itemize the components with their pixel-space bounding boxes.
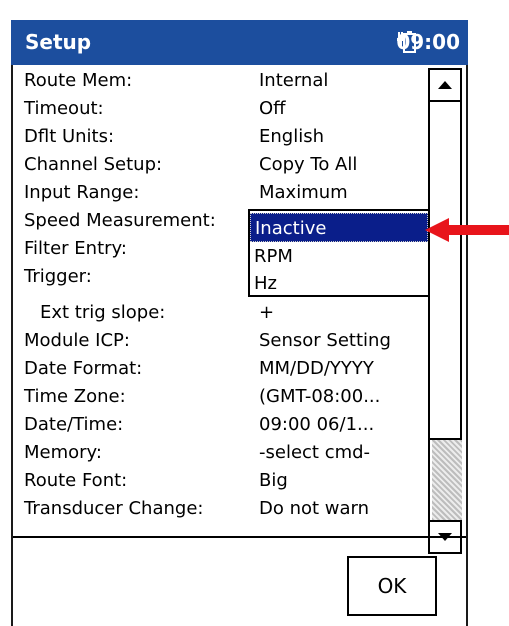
value-transducer-change[interactable]: Do not warn xyxy=(259,498,369,519)
label-date-format: Date Format: xyxy=(24,358,143,379)
scroll-track-fill xyxy=(432,440,462,520)
value-timeout[interactable]: Off xyxy=(259,98,286,119)
label-date-time: Date/Time: xyxy=(24,414,124,435)
label-module-icp: Module ICP: xyxy=(24,330,130,351)
value-ext-trig-slope[interactable]: + xyxy=(259,302,274,323)
value-route-mem[interactable]: Internal xyxy=(259,70,328,91)
window-title: Setup xyxy=(25,30,92,54)
label-route-font: Route Font: xyxy=(24,470,128,491)
value-memory[interactable]: -select cmd- xyxy=(259,442,370,463)
label-ext-trig-slope: Ext trig slope: xyxy=(40,302,166,323)
label-route-mem: Route Mem: xyxy=(24,70,133,91)
red-arrow-annotation-icon xyxy=(425,218,509,242)
value-channel-setup[interactable]: Copy To All xyxy=(259,154,357,175)
value-date-time[interactable]: 09:00 06/1... xyxy=(259,414,374,435)
scroll-track[interactable] xyxy=(428,102,462,520)
dropdown-option-rpm[interactable]: RPM xyxy=(250,242,428,271)
clock-time: 09:00 xyxy=(396,30,460,54)
label-filter-entry: Filter Entry: xyxy=(24,238,127,259)
label-trigger: Trigger: xyxy=(24,266,92,287)
ok-button[interactable]: OK xyxy=(347,556,437,616)
value-module-icp[interactable]: Sensor Setting xyxy=(259,330,391,351)
title-bar: Setup 09:00 xyxy=(11,20,468,65)
value-dflt-units[interactable]: English xyxy=(259,126,324,147)
value-time-zone[interactable]: (GMT-08:00... xyxy=(259,386,380,407)
speed-measurement-dropdown[interactable]: Inactive RPM Hz xyxy=(248,209,430,297)
dropdown-option-hz[interactable]: Hz xyxy=(250,269,428,298)
label-input-range: Input Range: xyxy=(24,182,140,203)
value-date-format[interactable]: MM/DD/YYYY xyxy=(259,358,374,379)
label-speed-measurement: Speed Measurement: xyxy=(24,210,216,231)
vertical-scrollbar[interactable] xyxy=(428,68,462,554)
label-channel-setup: Channel Setup: xyxy=(24,154,163,175)
label-time-zone: Time Zone: xyxy=(24,386,126,407)
arrow-up-icon xyxy=(438,81,452,89)
label-timeout: Timeout: xyxy=(24,98,104,119)
divider xyxy=(13,536,466,538)
label-transducer-change: Transducer Change: xyxy=(24,498,204,519)
scroll-thumb[interactable] xyxy=(430,102,460,440)
scroll-up-button[interactable] xyxy=(428,68,462,102)
value-route-font[interactable]: Big xyxy=(259,470,288,491)
label-memory: Memory: xyxy=(24,442,102,463)
dropdown-option-inactive[interactable]: Inactive xyxy=(250,213,428,242)
value-input-range[interactable]: Maximum xyxy=(259,182,348,203)
label-dflt-units: Dflt Units: xyxy=(24,126,115,147)
